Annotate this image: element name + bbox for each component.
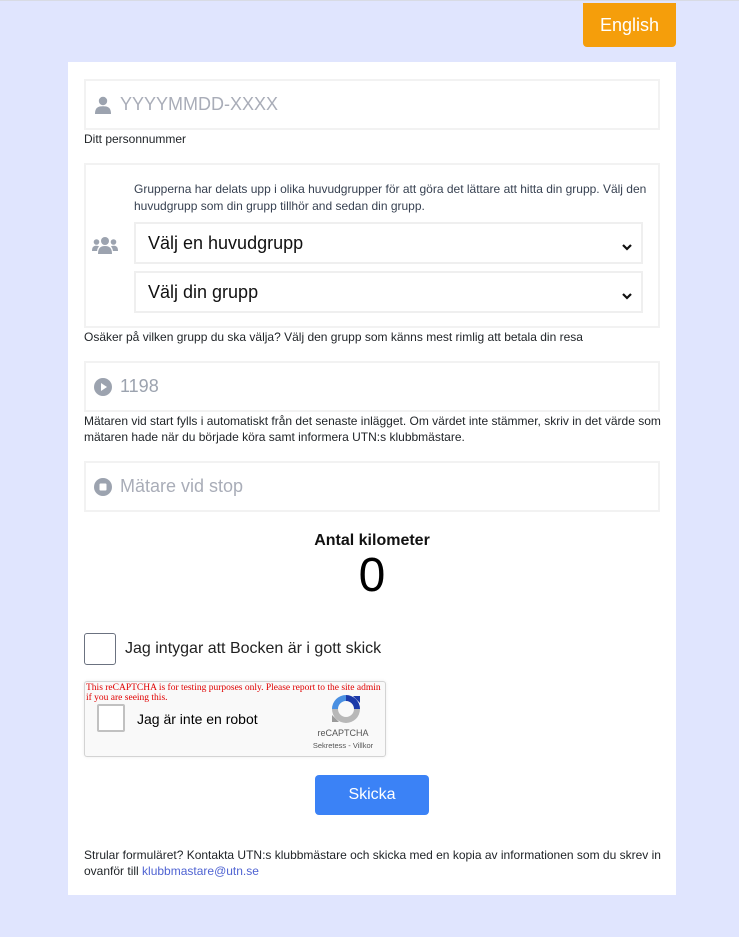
recaptcha-logo-icon (329, 692, 363, 726)
personnummer-input[interactable] (120, 81, 658, 128)
stop-circle-icon (94, 477, 112, 496)
personnummer-field[interactable] (84, 79, 660, 130)
certify-checkbox-row[interactable]: Jag intygar att Bocken är i gott skick (84, 633, 381, 665)
users-icon (92, 236, 118, 254)
email-link[interactable]: klubbmastare@utn.se (142, 864, 259, 878)
group-select[interactable]: Välj din grupp (134, 271, 643, 313)
chevron-down-icon (621, 237, 633, 251)
meter-stop-field[interactable] (84, 461, 660, 512)
recaptcha-terms-link[interactable]: Villkor (353, 741, 373, 750)
submit-button[interactable]: Skicka (315, 775, 429, 815)
personnummer-help: Ditt personnummer (84, 132, 187, 146)
recaptcha-widget: This reCAPTCHA is for testing purposes o… (84, 681, 386, 757)
main-group-select[interactable]: Välj en huvudgrupp (134, 222, 643, 264)
recaptcha-checkbox[interactable] (97, 704, 125, 732)
play-circle-icon (94, 377, 112, 396)
meter-start-input[interactable] (120, 363, 658, 410)
language-toggle-button[interactable]: English (583, 3, 676, 47)
recaptcha-label: Jag är inte en robot (137, 711, 258, 727)
meter-start-help: Mätaren vid start fylls i automatiskt fr… (84, 414, 661, 444)
group-selection-box: Grupperna har delats upp i olika huvudgr… (84, 163, 660, 328)
certify-checkbox[interactable] (84, 633, 116, 665)
footer-note: Strular formuläret? Kontakta UTN:s klubb… (84, 847, 664, 879)
recaptcha-link-separator: - (346, 741, 353, 750)
meter-start-field[interactable] (84, 361, 660, 412)
certify-label: Jag intygar att Bocken är i gott skick (125, 640, 382, 657)
main-group-select-value: Välj en huvudgrupp (148, 232, 304, 253)
recaptcha-privacy-link[interactable]: Sekretess (313, 741, 346, 750)
meter-stop-input[interactable] (120, 463, 658, 510)
kilometers-value: 0 (358, 549, 386, 602)
group-help: Osäker på vilken grupp du ska välja? Väl… (84, 330, 583, 344)
recaptcha-links: Sekretess - Villkor (303, 741, 383, 750)
group-description: Grupperna har delats upp i olika huvudgr… (134, 182, 647, 213)
trip-form-card: Ditt personnummer Grupperna har delats u… (68, 62, 676, 895)
user-icon (94, 96, 112, 114)
chevron-down-icon (621, 286, 633, 300)
group-select-value: Välj din grupp (148, 281, 259, 302)
recaptcha-brand: reCAPTCHA (317, 728, 369, 738)
